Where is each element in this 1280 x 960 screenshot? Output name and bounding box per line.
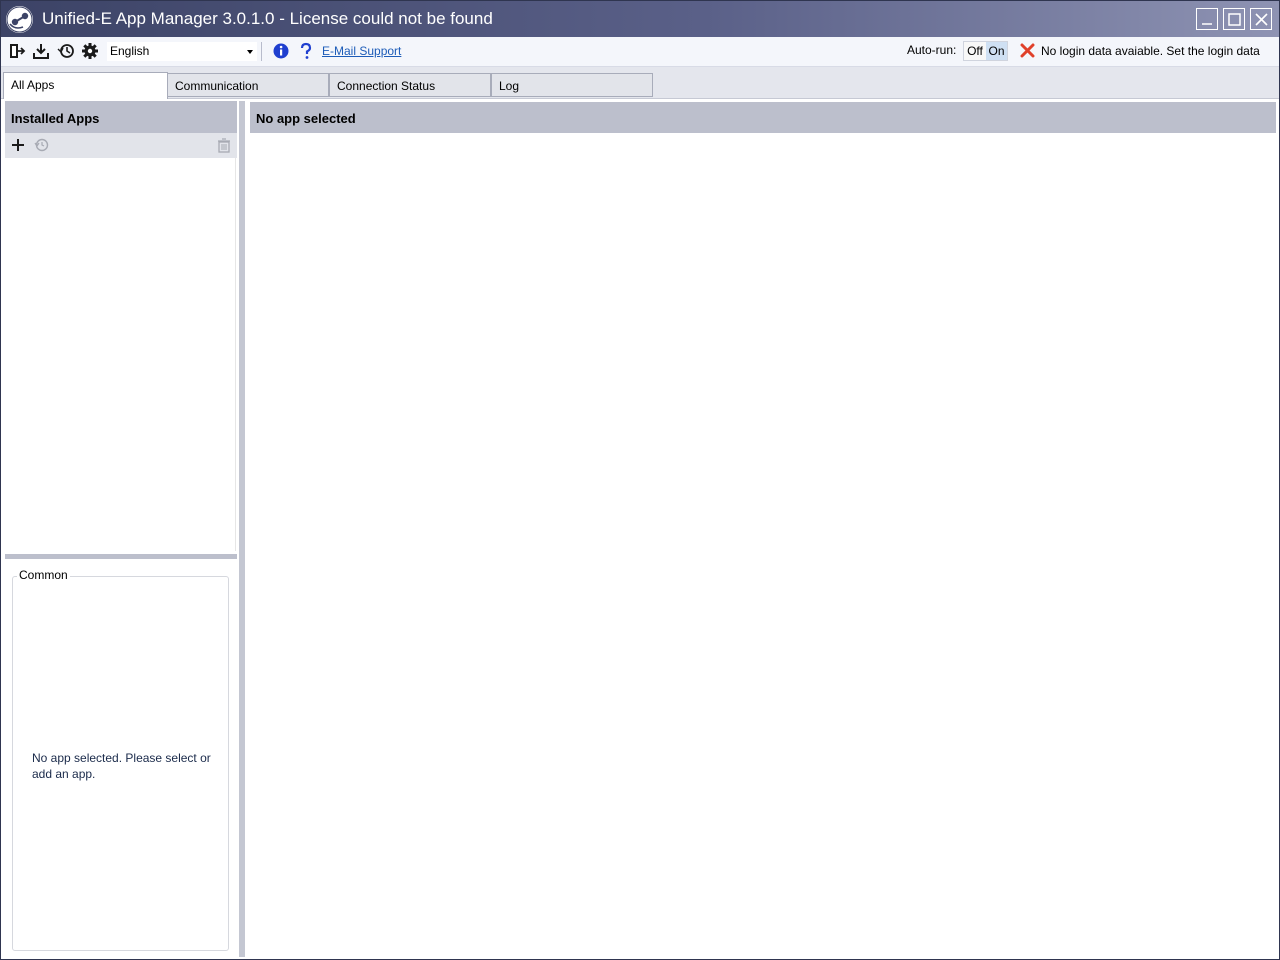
installed-apps-list[interactable] [5, 158, 236, 551]
email-support-link[interactable]: E-Mail Support [322, 44, 401, 58]
autorun-on-option[interactable]: On [986, 42, 1007, 60]
tab-log[interactable]: Log [491, 73, 653, 97]
app-detail-title: No app selected [256, 111, 356, 126]
installed-apps-title: Installed Apps [11, 111, 100, 126]
close-button[interactable] [1250, 8, 1272, 30]
delete-icon[interactable] [216, 137, 232, 153]
common-legend: Common [17, 568, 70, 582]
title-bar[interactable]: Unified-E App Manager 3.0.1.0 - License … [1, 1, 1279, 37]
app-detail-body [250, 133, 1276, 957]
app-window: Unified-E App Manager 3.0.1.0 - License … [0, 0, 1280, 960]
tab-all-apps[interactable]: All Apps [3, 72, 168, 99]
window-title: Unified-E App Manager 3.0.1.0 - License … [42, 9, 493, 28]
vertical-splitter[interactable] [239, 101, 245, 957]
minimize-icon [1202, 23, 1212, 25]
app-detail-header: No app selected [250, 102, 1276, 133]
exit-icon[interactable] [8, 42, 26, 60]
error-x-icon [1020, 43, 1035, 58]
language-value: English [110, 44, 150, 58]
gear-icon[interactable] [81, 42, 99, 60]
chevron-down-icon [247, 50, 253, 54]
autorun-off-option[interactable]: Off [964, 42, 986, 60]
no-app-selected-message: No app selected. Please select or add an… [32, 751, 211, 781]
autorun-toggle[interactable]: Off On [963, 41, 1008, 61]
minimize-button[interactable] [1196, 8, 1218, 30]
maximize-button[interactable] [1223, 8, 1245, 30]
autorun-label: Auto-run: [907, 43, 957, 57]
tab-strip: All Apps Communication Connection Status… [1, 67, 1279, 99]
help-icon[interactable] [297, 42, 315, 60]
info-icon[interactable] [272, 42, 290, 60]
toolbar-divider [261, 42, 262, 61]
apps-list-toolbar [5, 133, 237, 158]
main-toolbar: English E-Mail Support Auto-run: Off On … [1, 37, 1279, 67]
login-status-text: No login data avaiable. Set the login da… [1041, 44, 1260, 58]
close-icon [1255, 13, 1268, 26]
add-icon[interactable] [10, 137, 26, 153]
language-select[interactable]: English [107, 42, 257, 61]
maximize-icon [1228, 13, 1241, 26]
download-icon[interactable] [32, 42, 50, 60]
history-icon[interactable] [57, 42, 75, 60]
refresh-icon[interactable] [34, 137, 50, 153]
installed-apps-header: Installed Apps [5, 101, 237, 133]
unified-e-logo-icon [6, 6, 33, 33]
tab-connection-status[interactable]: Connection Status [329, 73, 491, 97]
horizontal-splitter[interactable] [5, 554, 237, 559]
tab-communication[interactable]: Communication [167, 73, 329, 97]
installed-apps-panel: Installed Apps Common No app selected. P… [5, 101, 237, 957]
